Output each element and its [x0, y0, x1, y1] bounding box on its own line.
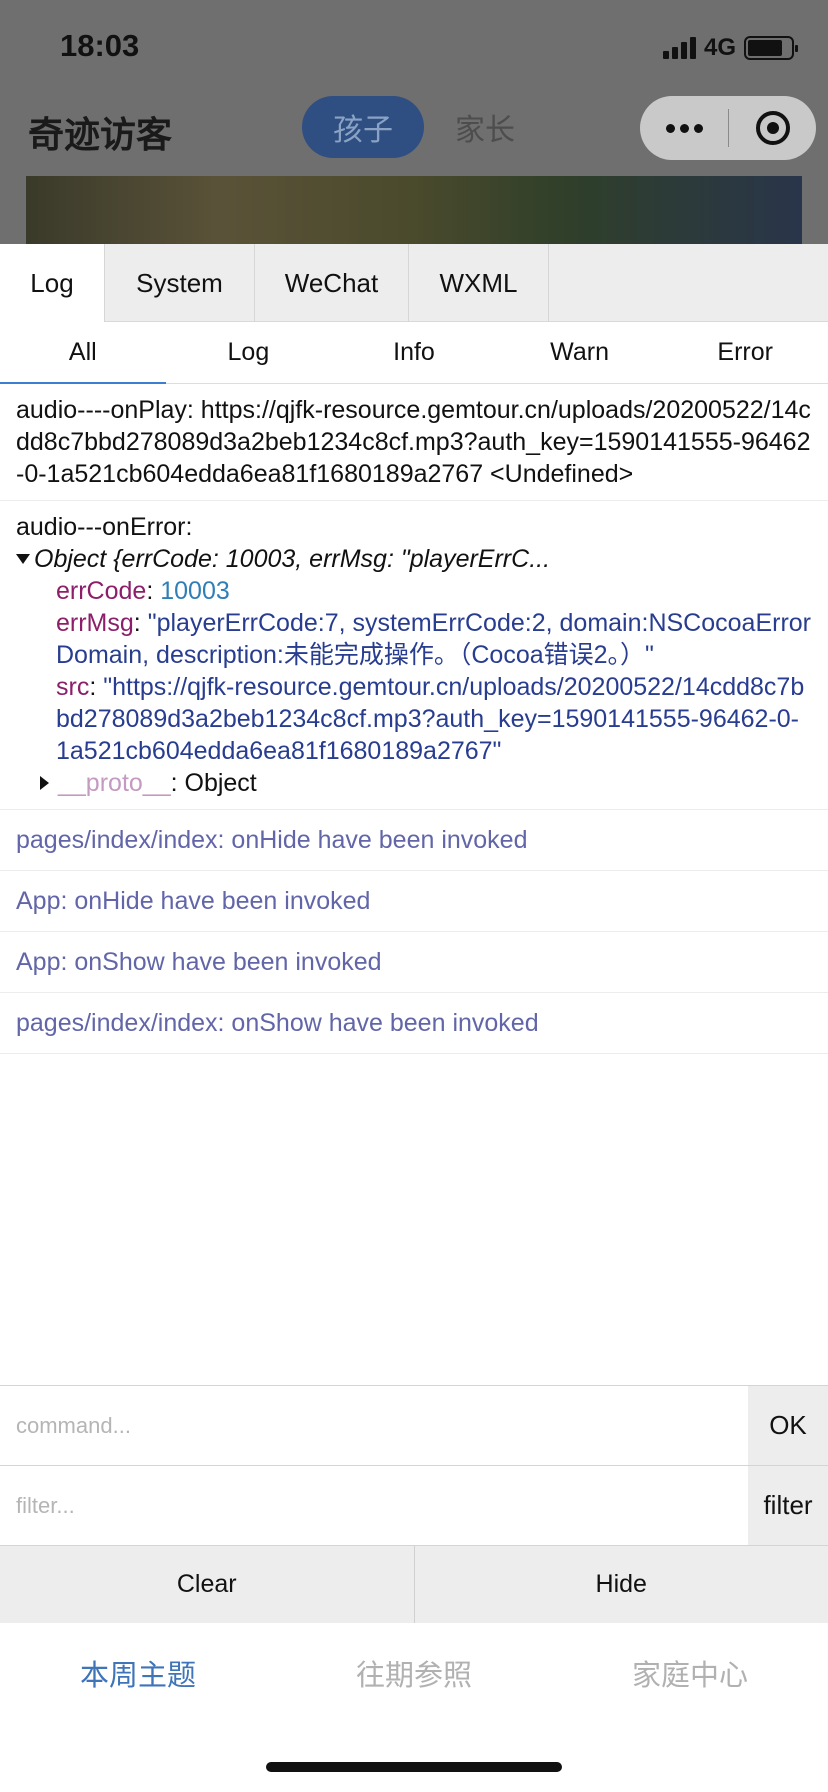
log-list[interactable]: audio----onPlay: https://qjfk-resource.g… — [0, 384, 828, 1384]
segment-parent[interactable]: 家长 — [424, 96, 546, 158]
object-summary-row[interactable]: Object {errCode: 10003, errMsg: "playerE… — [16, 543, 812, 575]
tab-wechat[interactable]: WeChat — [255, 244, 409, 322]
network-label: 4G — [703, 34, 736, 61]
errcode-key: errCode — [56, 577, 147, 605]
proto-row[interactable]: __proto__: Object — [16, 767, 812, 799]
log-entry-info: App: onShow have been invoked — [0, 932, 828, 993]
filter-warn[interactable]: Warn — [496, 322, 663, 383]
log-onerror-label: audio---onError: — [16, 513, 193, 541]
errmsg-key: errMsg — [56, 609, 134, 637]
errcode-value: 10003 — [160, 577, 230, 605]
bottom-tabbar: 本周主题 往期参照 家庭中心 — [0, 1629, 828, 1717]
clear-button[interactable]: Clear — [0, 1546, 414, 1623]
signal-icon — [662, 37, 696, 59]
status-icons: 4G — [662, 34, 798, 62]
app-header: 18:03 4G 奇迹访客 孩子 家长 — [0, 0, 828, 244]
filter-error[interactable]: Error — [662, 322, 828, 383]
expand-triangle-icon[interactable] — [16, 554, 30, 564]
tabbar-item-family-center[interactable]: 家庭中心 — [552, 1629, 828, 1717]
tab-wxml[interactable]: WXML — [409, 244, 549, 322]
console-actions: Clear Hide — [0, 1545, 828, 1623]
more-icon[interactable] — [640, 96, 728, 160]
object-summary: Object {errCode: 10003, errMsg: "playerE… — [34, 545, 551, 573]
filter-log[interactable]: Log — [165, 322, 332, 383]
command-ok-button[interactable]: OK — [748, 1386, 828, 1465]
prop-errmsg: errMsg: "playerErrCode:7, systemErrCode:… — [56, 609, 811, 669]
miniprogram-capsule — [640, 96, 816, 160]
log-entry-onerror: audio---onError: Object {errCode: 10003,… — [0, 501, 828, 810]
segment-child[interactable]: 孩子 — [302, 96, 424, 158]
hide-button[interactable]: Hide — [413, 1546, 828, 1623]
src-key: src — [56, 673, 90, 701]
command-input[interactable]: command... — [0, 1386, 748, 1465]
banner-image — [26, 176, 802, 244]
errmsg-value: "playerErrCode:7, systemErrCode:2, domai… — [56, 609, 811, 669]
app-title: 奇迹访客 — [28, 114, 173, 155]
filter-button[interactable]: filter — [748, 1466, 828, 1545]
filter-input[interactable]: filter... — [0, 1466, 748, 1545]
collapsed-triangle-icon[interactable] — [40, 776, 49, 790]
command-row: command... OK — [0, 1385, 828, 1465]
segment-switch: 孩子 家长 — [302, 96, 546, 158]
vconsole-tabs: Log System WeChat WXML — [0, 244, 828, 322]
log-entry-onplay: audio----onPlay: https://qjfk-resource.g… — [0, 384, 828, 501]
log-onplay-text: audio----onPlay: https://qjfk-resource.g… — [16, 396, 811, 488]
vconsole-panel: Log System WeChat WXML All Log Info Warn… — [0, 244, 828, 1629]
log-entry-info: pages/index/index: onHide have been invo… — [0, 810, 828, 871]
battery-icon — [744, 36, 798, 60]
tab-system[interactable]: System — [105, 244, 255, 322]
filter-row: filter... filter — [0, 1465, 828, 1545]
filter-all[interactable]: All — [0, 322, 166, 384]
screen: 18:03 4G 奇迹访客 孩子 家长 Log System WeChat WX… — [0, 0, 828, 1792]
close-target-icon[interactable] — [729, 96, 816, 160]
home-indicator[interactable] — [266, 1762, 562, 1772]
log-filters: All Log Info Warn Error — [0, 322, 828, 384]
tabbar-item-weekly-theme[interactable]: 本周主题 — [0, 1629, 276, 1717]
log-entry-info: pages/index/index: onShow have been invo… — [0, 993, 828, 1054]
src-value: "https://qjfk-resource.gemtour.cn/upload… — [56, 673, 805, 765]
proto-key: __proto__ — [58, 769, 171, 797]
command-area: command... OK filter... filter Clear Hid… — [0, 1385, 828, 1623]
prop-src: src: "https://qjfk-resource.gemtour.cn/u… — [56, 673, 805, 765]
tabbar-item-past-reference[interactable]: 往期参照 — [276, 1629, 552, 1717]
status-time: 18:03 — [60, 28, 140, 63]
proto-value: : Object — [170, 769, 257, 797]
filter-info[interactable]: Info — [331, 322, 497, 383]
prop-errcode: errCode: 10003 — [56, 577, 230, 605]
tab-log[interactable]: Log — [0, 244, 105, 322]
log-entry-info: App: onHide have been invoked — [0, 871, 828, 932]
